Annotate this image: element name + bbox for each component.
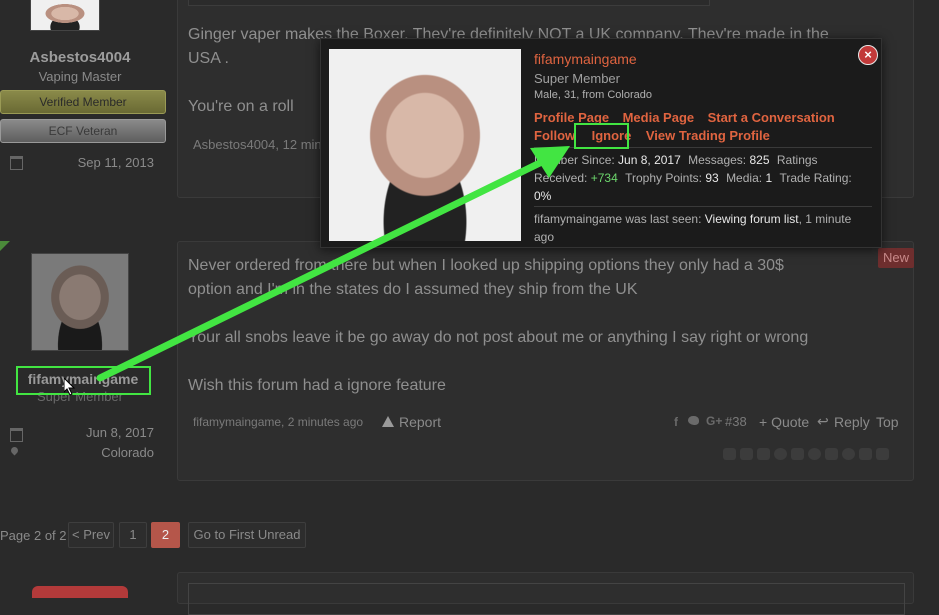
annotation-arrow [96, 146, 570, 382]
mouse-cursor-icon [64, 378, 76, 396]
annotation-arrow-line [96, 154, 554, 382]
